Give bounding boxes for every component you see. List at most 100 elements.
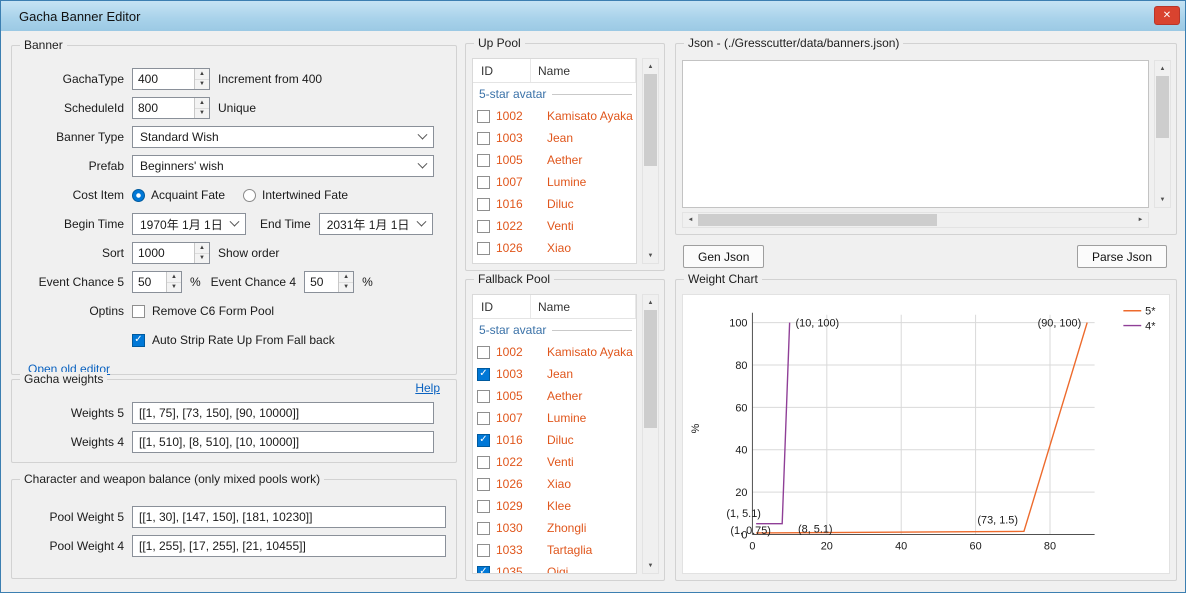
scroll-down-icon[interactable]: ▼	[643, 248, 658, 263]
banner-type-value: Standard Wish	[140, 130, 219, 144]
fallback-pool-scrollbar[interactable]: ▲ ▼	[642, 294, 659, 574]
scrollbar-thumb[interactable]	[644, 310, 657, 428]
radio-acquaint-fate[interactable]	[132, 189, 145, 202]
prefab-select[interactable]: Beginners' wish	[132, 155, 434, 177]
close-button[interactable]: ✕	[1154, 6, 1180, 25]
row-checkbox[interactable]	[477, 412, 490, 425]
row-id: 1016	[496, 197, 534, 211]
column-header-id[interactable]: ID	[473, 295, 531, 318]
scroll-up-icon[interactable]: ▲	[1155, 61, 1170, 76]
spin-up-icon[interactable]: ▲	[167, 272, 181, 283]
json-textarea[interactable]	[682, 60, 1149, 208]
scheduleid-input[interactable]: 800 ▲ ▼	[132, 97, 210, 119]
json-horizontal-scrollbar[interactable]: ◄ ►	[682, 212, 1149, 228]
spin-up-icon[interactable]: ▲	[195, 243, 209, 254]
up-pool-scrollbar[interactable]: ▲ ▼	[642, 58, 659, 264]
column-header-id[interactable]: ID	[473, 59, 531, 82]
scrollbar-thumb[interactable]	[1156, 76, 1169, 138]
json-vertical-scrollbar[interactable]: ▲ ▼	[1154, 60, 1171, 208]
weights-4-input[interactable]: [[1, 510], [8, 510], [10, 10000]]	[132, 431, 434, 453]
scroll-right-icon[interactable]: ►	[1133, 213, 1148, 227]
pool-row[interactable]: 1029Klee	[473, 495, 636, 517]
spin-up-icon[interactable]: ▲	[195, 69, 209, 80]
pool-row[interactable]: 1030Zhongli	[473, 517, 636, 539]
pool-row[interactable]: 1003Jean	[473, 127, 636, 149]
sort-input[interactable]: 1000 ▲ ▼	[132, 242, 210, 264]
row-checkbox[interactable]	[477, 346, 490, 359]
pool-weight-4-input[interactable]: [[1, 255], [17, 255], [21, 10455]]	[132, 535, 446, 557]
row-checkbox[interactable]	[477, 390, 490, 403]
row-checkbox[interactable]	[477, 198, 490, 211]
event-chance-5-input[interactable]: 50 ▲ ▼	[132, 271, 182, 293]
pool-weight-5-input[interactable]: [[1, 30], [147, 150], [181, 10230]]	[132, 506, 446, 528]
pool-row[interactable]: ✓1003Jean	[473, 363, 636, 385]
titlebar[interactable]: Gacha Banner Editor ✕	[1, 1, 1185, 31]
row-checkbox[interactable]	[477, 478, 490, 491]
scroll-down-icon[interactable]: ▼	[1155, 192, 1170, 207]
scroll-up-icon[interactable]: ▲	[643, 295, 658, 310]
row-checkbox[interactable]	[477, 522, 490, 535]
auto-strip-checkbox[interactable]: ✓	[132, 334, 145, 347]
spin-down-icon[interactable]: ▼	[167, 283, 181, 293]
row-checkbox[interactable]	[477, 132, 490, 145]
pool-row[interactable]: ✓1016Diluc	[473, 429, 636, 451]
banner-group-title: Banner	[20, 38, 67, 52]
gen-json-button[interactable]: Gen Json	[683, 245, 764, 268]
pool-row[interactable]: 1016Diluc	[473, 193, 636, 215]
scroll-up-icon[interactable]: ▲	[643, 59, 658, 74]
pool-row[interactable]: 1033Tartaglia	[473, 539, 636, 561]
spin-down-icon[interactable]: ▼	[195, 254, 209, 264]
scroll-left-icon[interactable]: ◄	[683, 213, 698, 227]
parse-json-button[interactable]: Parse Json	[1077, 245, 1167, 268]
json-group: Json - (./Gresscutter/data/banners.json)…	[675, 43, 1177, 235]
row-checkbox[interactable]: ✓	[477, 434, 490, 447]
row-checkbox[interactable]: ✓	[477, 368, 490, 381]
pool-row[interactable]: ✓1035Qiqi	[473, 561, 636, 574]
weights-5-input[interactable]: [[1, 75], [73, 150], [90, 10000]]	[132, 402, 434, 424]
pool-row[interactable]: 1022Venti	[473, 451, 636, 473]
row-checkbox[interactable]: ✓	[477, 566, 490, 575]
pool-row[interactable]: 1026Xiao	[473, 473, 636, 495]
pool-row[interactable]: 1022Venti	[473, 215, 636, 237]
time-row: Begin Time 1970年 1月 1日 End Time 2031年 1月…	[20, 213, 446, 235]
row-id: 1035	[496, 565, 534, 574]
gachatype-input[interactable]: 400 ▲ ▼	[132, 68, 210, 90]
pool-row[interactable]: 1005Aether	[473, 149, 636, 171]
row-checkbox[interactable]	[477, 456, 490, 469]
column-header-name[interactable]: Name	[531, 295, 636, 318]
row-checkbox[interactable]	[477, 544, 490, 557]
row-checkbox[interactable]	[477, 154, 490, 167]
column-header-name[interactable]: Name	[531, 59, 636, 82]
row-checkbox[interactable]	[477, 242, 490, 255]
pool-section-label: 5-star avatar	[479, 323, 546, 337]
pool-row[interactable]: 1002Kamisato Ayaka	[473, 341, 636, 363]
pool-row[interactable]: 1007Lumine	[473, 407, 636, 429]
pool-row[interactable]: 1026Xiao	[473, 237, 636, 259]
pool-row[interactable]: 1005Aether	[473, 385, 636, 407]
begin-time-picker[interactable]: 1970年 1月 1日	[132, 213, 246, 235]
scrollbar-thumb[interactable]	[644, 74, 657, 166]
radio-intertwined-fate[interactable]	[243, 189, 256, 202]
row-checkbox[interactable]	[477, 110, 490, 123]
pool-row[interactable]: 1007Lumine	[473, 171, 636, 193]
spin-up-icon[interactable]: ▲	[195, 98, 209, 109]
scheduleid-value: 800	[138, 101, 194, 115]
banner-type-select[interactable]: Standard Wish	[132, 126, 434, 148]
help-link[interactable]: Help	[415, 381, 440, 395]
spin-down-icon[interactable]: ▼	[195, 109, 209, 119]
row-checkbox[interactable]	[477, 500, 490, 513]
scrollbar-thumb[interactable]	[698, 214, 937, 226]
row-checkbox[interactable]	[477, 220, 490, 233]
row-checkbox[interactable]	[477, 176, 490, 189]
svg-text:5*: 5*	[1145, 306, 1156, 318]
end-time-picker[interactable]: 2031年 1月 1日	[319, 213, 433, 235]
pool-row[interactable]: 1002Kamisato Ayaka	[473, 105, 636, 127]
remove-c6-checkbox[interactable]	[132, 305, 145, 318]
event-chance-4-spinner: ▲ ▼	[338, 272, 353, 292]
spin-up-icon[interactable]: ▲	[339, 272, 353, 283]
svg-text:(8, 5.1): (8, 5.1)	[798, 524, 833, 536]
spin-down-icon[interactable]: ▼	[339, 283, 353, 293]
scroll-down-icon[interactable]: ▼	[643, 558, 658, 573]
spin-down-icon[interactable]: ▼	[195, 80, 209, 90]
event-chance-4-input[interactable]: 50 ▲ ▼	[304, 271, 354, 293]
